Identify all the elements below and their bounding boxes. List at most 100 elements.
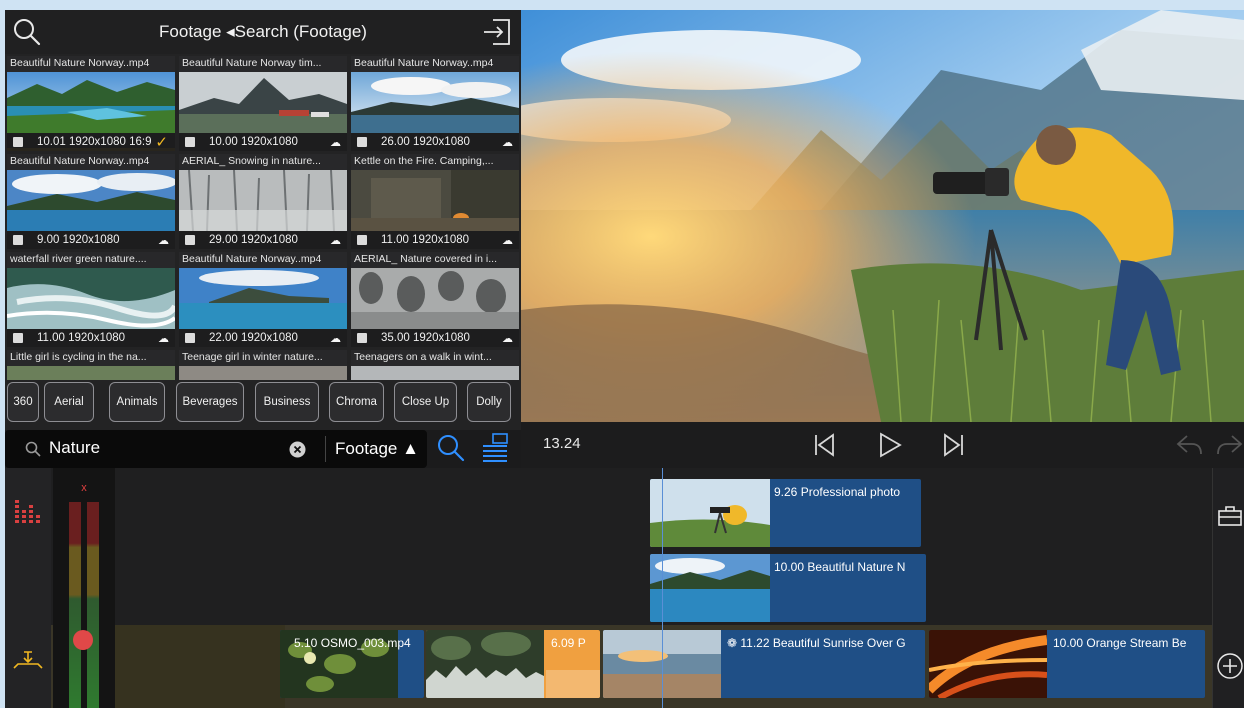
tag-chroma[interactable]: Chroma xyxy=(329,382,384,422)
tile-thumbnail xyxy=(7,170,175,231)
play-icon[interactable] xyxy=(877,432,903,463)
search-icon xyxy=(25,441,41,462)
footage-tile[interactable]: AERIAL_ Nature covered in i... 35.00 192… xyxy=(351,252,519,347)
tile-title: AERIAL_ Nature covered in i... xyxy=(351,252,519,268)
tile-thumbnail xyxy=(179,268,347,329)
footage-tile[interactable]: Beautiful Nature Norway..mp4 9.00 1920x1… xyxy=(7,154,175,249)
browser-title: Footage ◂Search (Footage) xyxy=(159,22,367,41)
search-input[interactable]: Nature xyxy=(49,438,100,458)
exit-icon[interactable] xyxy=(481,16,513,48)
browser-header: Footage ◂Search (Footage) xyxy=(5,10,521,54)
tile-thumbnail xyxy=(7,72,175,133)
transport-bar: 13.24 xyxy=(521,422,1244,468)
tile-meta: 35.00 1920x1080 ☁ xyxy=(351,329,519,347)
tag-business[interactable]: Business xyxy=(255,382,319,422)
footage-tile[interactable]: Teenage girl in winter nature... xyxy=(179,350,347,380)
tag-animals[interactable]: Animals xyxy=(109,382,165,422)
main-clip[interactable]: ❁ 11.22 Beautiful Sunrise Over G xyxy=(603,630,925,698)
tile-thumbnail xyxy=(351,268,519,329)
volume-knob[interactable] xyxy=(73,630,93,650)
tile-meta: 22.00 1920x1080 ☁ xyxy=(179,329,347,347)
tile-title: Beautiful Nature Norway..mp4 xyxy=(7,56,175,72)
tile-meta: 11.00 1920x1080 ☁ xyxy=(351,231,519,249)
overlay-clip[interactable]: 9.26 Professional photo xyxy=(650,479,921,547)
main-clip[interactable]: 5.10 OSMO_003.mp4 xyxy=(280,630,424,698)
tile-meta: 29.00 1920x1080 ☁ xyxy=(179,231,347,249)
tile-meta: 10.01 1920x1080 16:9 ✓ xyxy=(7,133,175,151)
audio-waveform xyxy=(546,670,600,698)
list-view-icon[interactable] xyxy=(479,431,511,468)
meter-right-channel xyxy=(87,502,99,708)
tile-thumbnail xyxy=(351,366,519,380)
tile-thumbnail xyxy=(351,170,519,231)
tag-close-up[interactable]: Close Up xyxy=(394,382,457,422)
tile-duration-resolution: 9.00 1920x1080 xyxy=(37,234,120,246)
tag-dolly[interactable]: Dolly xyxy=(467,382,511,422)
footage-tile[interactable]: Beautiful Nature Norway..mp4 22.00 1920x… xyxy=(179,252,347,347)
clip-label: 6.09 P xyxy=(551,636,586,650)
tile-thumbnail xyxy=(179,169,347,232)
tile-duration-resolution: 10.00 1920x1080 xyxy=(209,136,298,148)
tile-title: Beautiful Nature Norway..mp4 xyxy=(7,154,175,170)
tile-title: Beautiful Nature Norway..mp4 xyxy=(179,252,347,268)
timeline[interactable]: x 9.26 Professional photo 10.00 Beautifu… xyxy=(5,468,1244,708)
footage-tile[interactable]: Kettle on the Fire. Camping,... 11.00 19… xyxy=(351,154,519,249)
footage-tile[interactable]: Beautiful Nature Norway..mp4 10.01 1920x… xyxy=(7,56,175,151)
tile-thumbnail xyxy=(351,72,519,133)
tile-title: Kettle on the Fire. Camping,... xyxy=(351,154,519,170)
timelapse-icon xyxy=(185,137,195,147)
cloud-icon: ☁ xyxy=(158,235,169,247)
media-browser: Footage ◂Search (Footage) Beautiful Natu… xyxy=(5,10,521,430)
timeline-side-tools xyxy=(1212,468,1244,708)
tile-thumbnail xyxy=(7,268,175,329)
main-clip[interactable]: 10.00 Orange Stream Be xyxy=(929,630,1205,698)
main-clip[interactable]: 6.09 P xyxy=(426,630,600,698)
tile-duration-resolution: 26.00 1920x1080 xyxy=(381,136,470,148)
tile-duration-resolution: 35.00 1920x1080 xyxy=(381,332,470,344)
tag-beverages[interactable]: Beverages xyxy=(176,382,244,422)
timecode: 13.24 xyxy=(543,435,581,452)
clip-thumbnail xyxy=(650,479,770,547)
footage-tile[interactable]: Teenagers on a walk in wint... xyxy=(351,350,519,380)
timelapse-icon xyxy=(13,235,23,245)
tile-meta: 26.00 1920x1080 ☁ xyxy=(351,133,519,151)
insert-marker-icon[interactable] xyxy=(12,650,44,677)
tile-title: Teenage girl in winter nature... xyxy=(179,350,347,366)
color-palette-icon: ❁ xyxy=(727,636,741,650)
skip-back-icon[interactable] xyxy=(811,432,837,463)
add-icon[interactable] xyxy=(1216,652,1244,685)
tag-360[interactable]: 360 xyxy=(7,382,39,422)
video-preview[interactable] xyxy=(521,10,1244,422)
overlay-clip[interactable]: 10.00 Beautiful Nature N xyxy=(650,554,926,622)
cloud-icon: ☁ xyxy=(502,235,513,247)
footage-tile[interactable]: Beautiful Nature Norway..mp4 26.00 1920x… xyxy=(351,56,519,151)
search-bar: Nature Footage ▲ xyxy=(5,430,427,468)
tag-aerial[interactable]: Aerial xyxy=(44,382,94,422)
scope-select[interactable]: Footage ▲ xyxy=(325,436,419,462)
audio-mixer-icon[interactable] xyxy=(13,496,43,531)
cloud-icon: ☁ xyxy=(330,137,341,149)
clip-thumbnail xyxy=(929,630,1048,698)
tile-thumbnail xyxy=(179,72,347,133)
film-icon xyxy=(13,137,23,147)
playhead[interactable] xyxy=(662,468,663,708)
footage-tile[interactable]: Beautiful Nature Norway tim... 10.00 192… xyxy=(179,56,347,151)
tag-filter-bar: 360 Aerial Animals Beverages Business Ch… xyxy=(5,382,521,430)
skip-forward-icon[interactable] xyxy=(941,432,967,463)
tile-title: Little girl is cycling in the na... xyxy=(7,350,175,366)
check-icon: ✓ xyxy=(155,134,168,151)
tile-title: Teenagers on a walk in wint... xyxy=(351,350,519,366)
app-window: Footage ◂Search (Footage) Beautiful Natu… xyxy=(5,10,1244,708)
undo-icon[interactable] xyxy=(1175,434,1203,461)
footage-tile[interactable]: Little girl is cycling in the na... xyxy=(7,350,175,380)
redo-icon[interactable] xyxy=(1216,434,1244,461)
clear-icon[interactable] xyxy=(289,441,306,463)
search-go-icon[interactable] xyxy=(436,433,466,468)
meter-label: x xyxy=(81,482,87,494)
tile-thumbnail xyxy=(7,366,175,380)
tile-meta: 11.00 1920x1080 ☁ xyxy=(7,329,175,347)
footage-tile[interactable]: AERIAL_ Snowing in nature... 29.00 1920x… xyxy=(179,154,347,249)
toolbox-icon[interactable] xyxy=(1217,504,1243,533)
clip-label: 9.26 Professional photo xyxy=(774,485,901,499)
footage-tile[interactable]: waterfall river green nature.... 11.00 1… xyxy=(7,252,175,347)
